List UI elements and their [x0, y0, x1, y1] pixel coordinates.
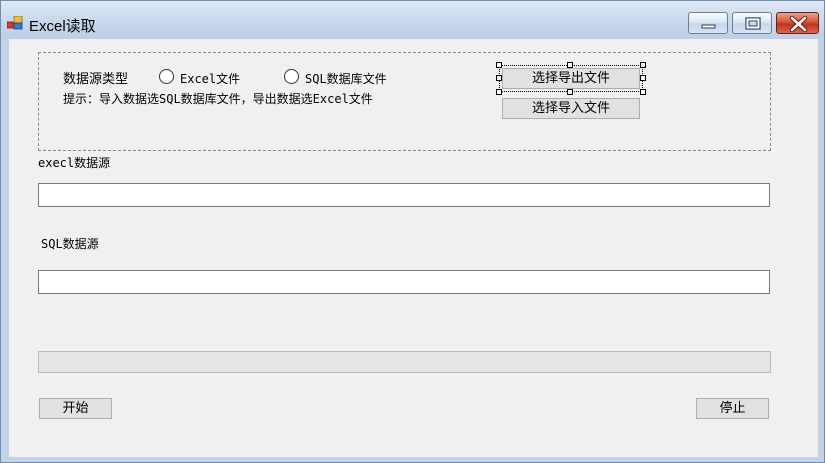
form-client-area: 数据源类型 Excel文件 SQL数据库文件 提示：导入数据选SQL数据库文件，…	[9, 39, 818, 457]
excel-source-label: execl数据源	[38, 156, 111, 170]
app-icon	[7, 16, 23, 30]
window-title: Excel读取	[29, 18, 96, 35]
minimize-icon	[701, 24, 716, 29]
resize-handle[interactable]	[496, 89, 502, 95]
sql-source-input[interactable]	[38, 270, 770, 294]
maximize-button[interactable]	[732, 12, 772, 34]
close-button[interactable]	[776, 12, 819, 34]
progress-bar	[38, 351, 771, 373]
maximize-icon	[745, 17, 761, 30]
close-icon	[789, 15, 808, 33]
resize-handle[interactable]	[640, 62, 646, 68]
resize-handle[interactable]	[567, 62, 573, 68]
radio-excel-label[interactable]: Excel文件	[180, 70, 240, 87]
sql-source-label: SQL数据源	[41, 237, 99, 251]
resize-handle[interactable]	[640, 89, 646, 95]
resize-handle[interactable]	[567, 89, 573, 95]
radio-sql-label[interactable]: SQL数据库文件	[305, 70, 387, 87]
datasource-type-label: 数据源类型	[63, 72, 129, 87]
title-bar[interactable]: Excel读取	[1, 1, 824, 39]
start-button[interactable]: 开始	[39, 398, 112, 419]
excel-source-input[interactable]	[38, 183, 770, 207]
select-export-file-button[interactable]: 选择导出文件	[502, 68, 640, 89]
minimize-button[interactable]	[688, 12, 728, 34]
resize-handle[interactable]	[640, 75, 646, 81]
stop-button[interactable]: 停止	[696, 398, 769, 419]
hint-text: 提示：导入数据选SQL数据库文件，导出数据选Excel文件	[63, 92, 373, 106]
select-import-file-button[interactable]: 选择导入文件	[502, 98, 640, 119]
resize-handle[interactable]	[496, 75, 502, 81]
radio-excel[interactable]	[159, 69, 174, 84]
radio-sql[interactable]	[284, 69, 299, 84]
resize-handle[interactable]	[496, 62, 502, 68]
app-window: Excel读取 数据源类型 Excel文件 SQL数据库文件 提示：导入数据选S…	[0, 0, 825, 463]
